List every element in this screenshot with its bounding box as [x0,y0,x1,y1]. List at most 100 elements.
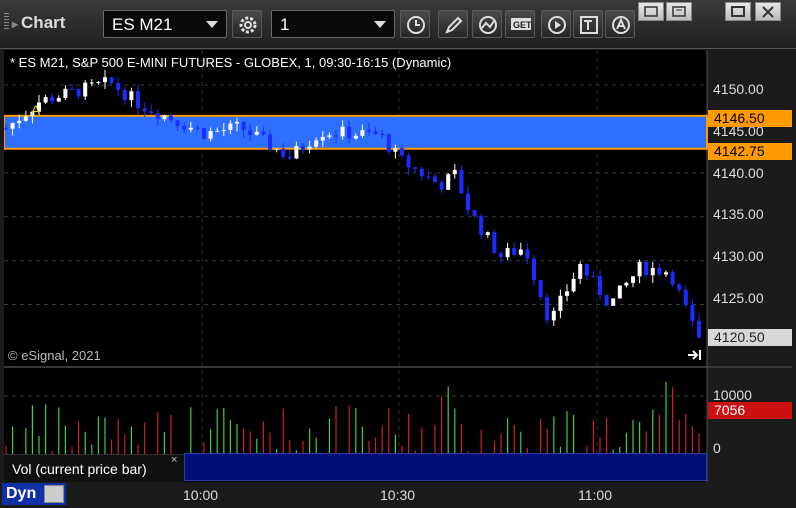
draw-tool-button[interactable] [438,10,468,38]
candle-body [4,128,8,130]
volume-study-label: Vol (current price bar) [12,461,147,477]
candle-body [215,130,220,132]
candle-body [380,134,385,136]
candle-body [17,120,22,124]
study-icon [479,16,497,34]
candle-body [472,210,477,217]
zone-lower-tag: 4142.75 [708,143,792,160]
candle-body [188,127,193,130]
price-zone[interactable] [4,114,708,150]
candle-body [611,298,616,306]
candle-body [644,261,649,276]
candle-body [664,272,668,275]
interval-clock-button[interactable] [400,10,430,38]
candle-body [452,169,457,175]
volume-study-panel[interactable]: Vol (current price bar) [4,454,184,483]
candle-body [426,176,431,178]
symbol-select[interactable]: ES M21 [103,10,227,38]
get-data-button[interactable]: GET [505,10,535,38]
interval-value: 1 [280,15,290,34]
alert-icon [612,16,630,34]
candle-body [466,193,470,211]
text-tool-button[interactable] [573,10,603,38]
chevron-down-icon [374,21,386,28]
candle-body [307,146,312,150]
play-button[interactable] [541,10,571,38]
candle-body [367,130,371,132]
candle-body [492,232,497,254]
chevron-down-icon [206,21,218,28]
candle-body [175,120,180,126]
candle-body [446,174,451,190]
restore-button[interactable] [666,2,692,21]
candle-body [657,268,662,275]
candle-body [76,88,81,97]
time-label-1030: 10:30 [380,487,416,503]
collapse-triangle-icon[interactable]: ▸ [12,17,18,31]
candle-body [89,82,94,84]
candle-body [248,130,253,135]
alert-button[interactable] [605,10,635,38]
symbol-value: ES M21 [112,15,173,34]
candle-body [116,82,121,90]
candle-body [202,128,206,139]
candle-body [241,121,246,131]
candle-body [485,232,490,235]
candle-body [56,98,61,102]
candle-body [386,134,391,152]
candle-body [162,115,167,120]
get-icon: GET [511,18,532,30]
interval-select[interactable]: 1 [271,10,395,38]
maximize-button[interactable] [725,2,751,21]
time-label-1000: 10:00 [183,487,219,503]
drag-grip[interactable] [4,13,9,31]
candle-body [545,297,550,321]
settings-icon [239,16,257,34]
candle-body [400,148,404,156]
candle-body [109,77,114,83]
candle-body [578,264,583,279]
lock-icon[interactable] [44,485,64,503]
pane-title: * ES M21, S&P 500 E-MINI FUTURES - GLOBE… [10,55,452,70]
candle-body [347,126,352,139]
candle-body [261,131,266,135]
price-pane [4,50,707,366]
candle-body [235,121,239,124]
candle-body [532,258,536,280]
dynamic-mode-button[interactable]: Dyn [2,483,66,505]
candle-body [360,130,365,136]
close-study-icon[interactable]: × [171,454,177,466]
price-chart[interactable] [4,50,792,482]
candle-body [565,291,569,296]
zone-upper-tag: 4146.50 [708,110,792,127]
study-input-area[interactable] [184,453,707,481]
pencil-icon [445,16,463,34]
time-label-1100: 11:00 [578,487,612,503]
minimize-button[interactable] [638,2,664,21]
candle-body [122,89,127,101]
close-window-button[interactable] [755,2,781,21]
candle-body [327,135,332,138]
candle-body [551,310,556,321]
candle-body [393,148,398,152]
marker-a-label[interactable]: A [31,102,40,118]
symbol-settings-button[interactable] [232,10,262,38]
candle-body [558,295,563,311]
candle-body [505,248,510,258]
candle-body [433,176,437,183]
scroll-to-end-icon[interactable] [687,348,703,362]
candle-body [413,167,418,169]
candle-body [479,216,484,235]
price-level-4140: 4140.00 [713,165,764,181]
candle-body [281,148,286,157]
mode-label: Dyn [6,485,37,502]
candle-body [23,116,28,121]
studies-button[interactable] [472,10,502,38]
candle-body [591,275,596,277]
candle-body [136,91,140,109]
candle-body [677,284,682,290]
candle-body [690,305,695,321]
candle-body [169,115,173,121]
candle-body [406,155,411,168]
text-icon [580,16,598,34]
